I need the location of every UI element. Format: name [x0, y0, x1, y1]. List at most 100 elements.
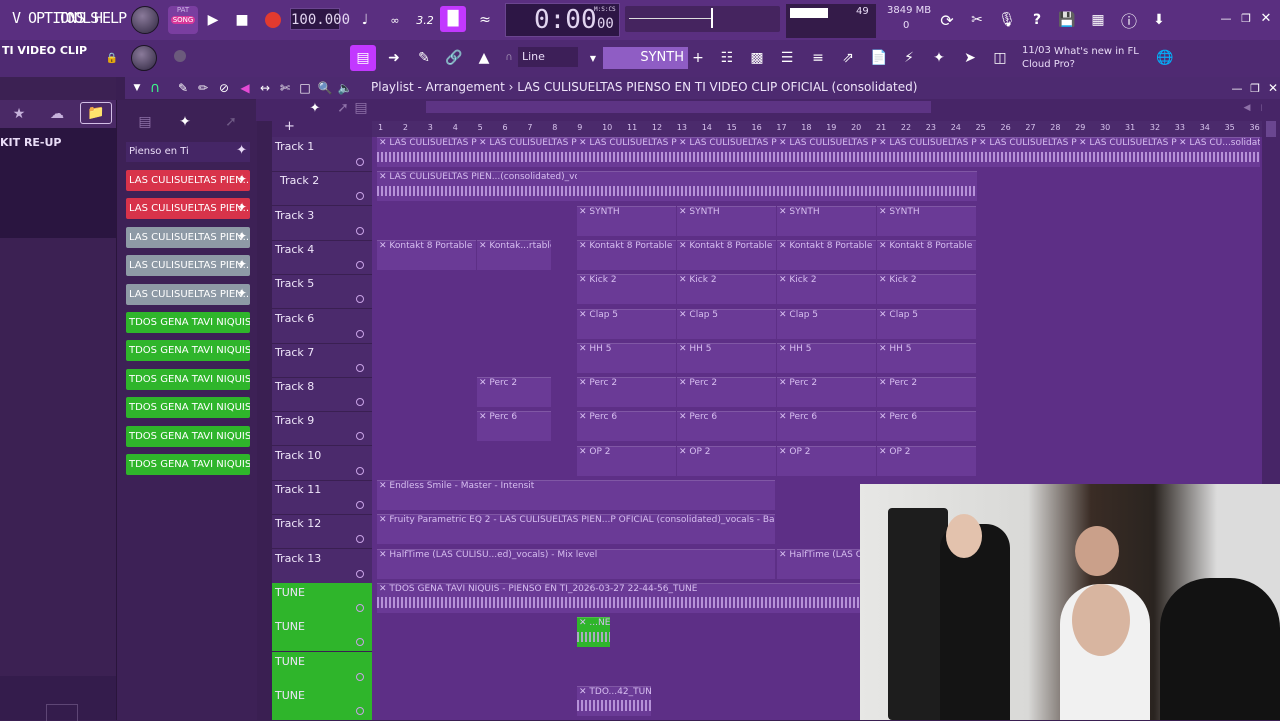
track-header[interactable]: Track 7: [272, 343, 372, 378]
track-header[interactable]: Track 6: [272, 309, 372, 344]
track-mute-icon[interactable]: [356, 158, 364, 166]
countdown-icon[interactable]: █: [440, 6, 466, 32]
track-mute-icon[interactable]: [356, 569, 364, 578]
clip-menu-icon[interactable]: ✕: [879, 138, 889, 148]
clip-menu-icon[interactable]: ✕: [1179, 138, 1189, 148]
track-header[interactable]: Track 11: [272, 480, 372, 515]
picker-clip[interactable]: LAS CULISUELTAS PIEN... ✦: [126, 227, 250, 248]
view-icon[interactable]: ▤: [350, 97, 372, 119]
track-mute-icon[interactable]: [356, 638, 364, 647]
blend-notes-icon[interactable]: ≈: [472, 7, 498, 33]
playlist-clip[interactable]: ✕ Kick 2: [877, 274, 976, 305]
track-header[interactable]: TUNE: [272, 617, 372, 653]
track-header[interactable]: Track 5: [272, 274, 372, 310]
playlist-clip[interactable]: ✕ HalfTime (LAS CULISU: [777, 548, 860, 579]
picker-clip[interactable]: LAS CULISUELTAS PIEN... ✦: [126, 284, 250, 305]
snap-select[interactable]: Line: [518, 47, 578, 67]
playlist-clip[interactable]: ✕ Perc 2: [577, 377, 676, 408]
magnet-icon[interactable]: ∩: [502, 50, 516, 64]
channel-rack-icon[interactable]: ▩: [744, 45, 770, 71]
clip-menu-icon[interactable]: ✕: [579, 310, 589, 320]
playlist-close-icon[interactable]: ✕: [1263, 77, 1280, 99]
track-mute-icon[interactable]: [356, 192, 364, 201]
plugin-database-icon[interactable]: ▦: [1085, 7, 1111, 33]
playlist-clip[interactable]: ✕ LAS CU...solidated}: [1177, 137, 1260, 167]
playlist-clip[interactable]: ✕ OP 2: [577, 445, 676, 476]
news-text[interactable]: What's new in FL Cloud Pro?: [1022, 45, 1140, 71]
track-header[interactable]: Track 10: [272, 446, 372, 481]
playlist-clip[interactable]: ✕ Endless Smile - Master - Intensit: [377, 480, 775, 510]
stop-button[interactable]: ■: [229, 7, 255, 33]
track-mute-icon[interactable]: [356, 706, 364, 715]
clip-menu-icon[interactable]: ✕: [379, 138, 389, 148]
speaker-tool-icon[interactable]: 🔈: [335, 77, 355, 99]
playlist-clip[interactable]: ✕ Perc 2: [877, 377, 976, 408]
help-icon[interactable]: ?: [1024, 7, 1050, 33]
folder-icon[interactable]: 📁: [80, 102, 112, 124]
playlist-clip[interactable]: ✕ LAS CULISUELTAS PIE...}_vocals (consol…: [877, 137, 977, 167]
wand-icon[interactable]: ✦: [926, 45, 952, 71]
track-header[interactable]: Track 4: [272, 240, 372, 275]
clip-menu-icon[interactable]: ✕: [879, 310, 889, 320]
clip-menu-icon[interactable]: ✕: [579, 241, 589, 251]
track-header[interactable]: Track 2: [272, 171, 372, 207]
clip-menu-icon[interactable]: ✕: [379, 241, 389, 251]
clip-menu-icon[interactable]: ✕: [779, 550, 789, 560]
piano-roll-icon[interactable]: ☰: [774, 45, 800, 71]
clip-menu-icon[interactable]: ✕: [879, 378, 889, 388]
clip-menu-icon[interactable]: ✕: [579, 447, 589, 457]
playlist-clip[interactable]: ✕ LAS CULISUELTAS PIE...}_vocals (consol…: [577, 137, 677, 167]
track-mute-icon[interactable]: [356, 501, 364, 509]
playlist-clip[interactable]: ✕ Perc 6: [477, 411, 551, 442]
playlist-clip[interactable]: ✕ Kick 2: [677, 274, 776, 305]
playlist-clip[interactable]: ✕ HH 5: [677, 342, 776, 373]
playlist-clip[interactable]: ✕ LAS CULISUELTAS PIE...}_vocals (consol…: [777, 137, 877, 167]
draw-tool-icon[interactable]: ✎: [173, 77, 193, 99]
mixer-icon[interactable]: ☷: [714, 45, 740, 71]
globe-icon[interactable]: 🌐: [1152, 45, 1178, 71]
menu-help[interactable]: HELP: [94, 9, 127, 27]
playlist-clip[interactable]: ✕ SYNTH: [777, 205, 876, 236]
playlist-clip[interactable]: [577, 171, 677, 202]
track-mute-icon[interactable]: [356, 603, 364, 612]
playlist-clip[interactable]: ✕ LAS CULISUELTAS PIE...}_vocals (consol…: [977, 137, 1077, 167]
clip-menu-icon[interactable]: ✕: [679, 138, 689, 148]
playlist-clip[interactable]: ✕ LAS CULISUELTAS PIEN...(consolidated)_…: [377, 171, 577, 202]
clip-menu-icon[interactable]: ✕: [379, 515, 389, 525]
menu-tools[interactable]: TOOLS: [58, 9, 99, 27]
clip-menu-icon[interactable]: ✕: [779, 378, 789, 388]
clip-menu-icon[interactable]: ✕: [879, 447, 889, 457]
track-header[interactable]: Track 12: [272, 514, 372, 550]
clip-menu-icon[interactable]: ✕: [779, 207, 789, 217]
clip-menu-icon[interactable]: ✕: [879, 275, 889, 285]
playlist-minimize-icon[interactable]: —: [1227, 77, 1247, 99]
clip-menu-icon[interactable]: ✕: [779, 241, 789, 251]
track-mute-icon[interactable]: [356, 432, 364, 441]
chevron-down-icon[interactable]: ▼: [585, 48, 601, 68]
close-window-icon[interactable]: ✕: [1256, 8, 1276, 28]
horizontal-scrollbar[interactable]: [426, 101, 931, 113]
playlist-menu-icon[interactable]: ▼: [127, 77, 147, 99]
zoom-tool-icon[interactable]: 🔍: [315, 77, 335, 99]
picker-clip[interactable]: LAS CULISUELTAS PIEN... ✦: [126, 170, 250, 191]
clip-menu-icon[interactable]: ✕: [679, 241, 689, 251]
timeline-ruler[interactable]: 1 2 3 4 5 6 7 8 9 10 11 12 13 14 15 16 17 18 19 20 21 22 23 24 2…: [372, 121, 1262, 137]
star-icon[interactable]: ★: [6, 101, 32, 127]
playlist-clip[interactable]: ✕ Kontakt 8 Portable: [877, 239, 976, 270]
picker-section[interactable]: Pienso en Ti ✦: [126, 142, 250, 162]
select-tool-icon[interactable]: □: [295, 77, 315, 99]
track-mute-icon[interactable]: [356, 260, 364, 269]
playlist-clip[interactable]: [877, 171, 977, 202]
clip-menu-icon[interactable]: ✕: [779, 275, 789, 285]
clip-menu-icon[interactable]: ✕: [679, 378, 689, 388]
picker-clip[interactable]: TDOS GENA TAVI NIQUIS -...: [126, 312, 250, 333]
playlist-clip[interactable]: ✕ Kontakt 8 Portable: [677, 239, 776, 270]
clip-menu-icon[interactable]: ✕: [579, 344, 589, 354]
playlist-clip[interactable]: ✕ Clap 5: [777, 308, 876, 339]
arrow-right-icon[interactable]: ➜: [381, 45, 407, 71]
metronome-icon[interactable]: ♩: [352, 7, 378, 33]
equalizer-icon[interactable]: ≡: [805, 45, 831, 71]
playlist-clip[interactable]: ✕ TDO...42_TUNE: [577, 685, 651, 716]
track-mute-icon[interactable]: [356, 466, 364, 475]
picker-clip[interactable]: TDOS GENA TAVI NIQUIS -...: [126, 454, 250, 475]
